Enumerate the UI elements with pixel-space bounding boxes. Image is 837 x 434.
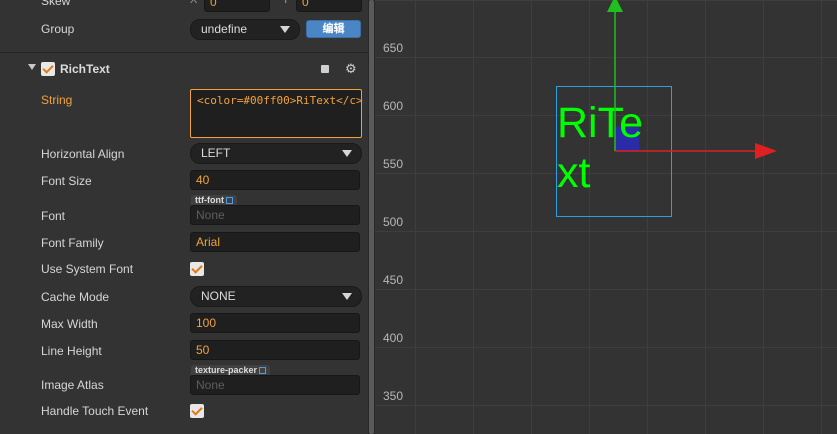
chevron-down-icon	[342, 293, 352, 300]
image-atlas-field[interactable]: None	[190, 375, 360, 395]
collapse-arrow-icon[interactable]	[28, 64, 36, 70]
image-atlas-row: Image Atlas texture-packer None	[0, 365, 368, 397]
handle-touch-event-row: Handle Touch Event	[0, 402, 368, 422]
handle-touch-event-checkbox[interactable]	[190, 404, 204, 418]
external-link-icon[interactable]	[259, 367, 267, 374]
component-title: RichText	[60, 62, 110, 76]
gear-icon[interactable]: ⚙	[345, 62, 357, 76]
ttf-font-tag: ttf-font	[191, 195, 237, 205]
font-family-row: Font Family Arial	[0, 232, 368, 254]
handle-touch-event-label: Handle Touch Event	[41, 404, 149, 418]
section-divider	[0, 52, 368, 53]
font-size-input[interactable]: 40	[190, 170, 360, 190]
scrollbar-thumb[interactable]	[369, 0, 374, 434]
group-edit-button[interactable]: 编辑	[306, 20, 361, 38]
line-height-row: Line Height 50	[0, 340, 368, 362]
horizontal-align-value: LEFT	[201, 146, 231, 160]
skew-x-input[interactable]: 0	[204, 0, 270, 12]
cache-mode-value: NONE	[201, 289, 236, 303]
cache-mode-select[interactable]: NONE	[190, 286, 362, 307]
skew-label: Skew	[41, 0, 71, 8]
max-width-row: Max Width 100	[0, 313, 368, 335]
max-width-label: Max Width	[41, 317, 98, 331]
string-label: String	[41, 93, 73, 107]
scene-view[interactable]: 650 600 550 500 450 400 350 RiTe xt	[375, 0, 837, 434]
cache-mode-label: Cache Mode	[41, 290, 110, 304]
chevron-down-icon	[280, 26, 290, 33]
component-enabled-checkbox[interactable]	[41, 62, 55, 76]
horizontal-align-select[interactable]: LEFT	[190, 143, 362, 164]
use-system-font-label: Use System Font	[41, 262, 134, 276]
skew-y-input[interactable]: 0	[296, 0, 362, 12]
font-label: Font	[41, 209, 66, 223]
move-gizmo[interactable]	[375, 0, 837, 434]
string-textarea[interactable]: <color=#00ff00>RiText</c>	[190, 89, 363, 138]
font-family-label: Font Family	[41, 236, 104, 250]
skew-x-label: X	[190, 0, 198, 6]
string-row: String <color=#00ff00>RiText</c>	[0, 88, 368, 140]
font-row: Font ttf-font None	[0, 195, 368, 227]
chevron-down-icon	[342, 150, 352, 157]
x-axis-gizmo-arrow-icon[interactable]	[755, 143, 777, 159]
font-asset-field[interactable]: None	[190, 205, 360, 225]
font-family-input[interactable]: Arial	[190, 232, 360, 252]
inspector-scrollbar[interactable]	[368, 0, 375, 434]
horizontal-align-label: Horizontal Align	[41, 147, 125, 161]
richtext-component-header: RichText ⚙	[0, 58, 368, 80]
skew-y-label: Y	[282, 0, 290, 6]
inspector-panel: Skew X 0 Y 0 Group undefine 编辑 RichText …	[0, 0, 368, 434]
texture-packer-tag: texture-packer	[191, 365, 271, 375]
group-select-value: undefine	[201, 22, 248, 36]
ttf-font-tag-text: ttf-font	[195, 195, 224, 205]
y-axis-gizmo-arrow-icon[interactable]	[607, 0, 623, 12]
line-height-label: Line Height	[41, 344, 102, 358]
font-size-label: Font Size	[41, 174, 92, 188]
font-size-row: Font Size 40	[0, 170, 368, 192]
image-atlas-label: Image Atlas	[41, 378, 104, 392]
use-system-font-checkbox[interactable]	[190, 262, 204, 276]
use-system-font-row: Use System Font	[0, 260, 368, 280]
group-select[interactable]: undefine	[190, 19, 300, 40]
group-row: Group undefine 编辑	[0, 19, 368, 41]
max-width-input[interactable]: 100	[190, 313, 360, 333]
horizontal-align-row: Horizontal Align LEFT	[0, 143, 368, 165]
book-icon[interactable]	[321, 65, 329, 73]
cache-mode-row: Cache Mode NONE	[0, 286, 368, 308]
line-height-input[interactable]: 50	[190, 340, 360, 360]
skew-row: Skew X 0 Y 0	[0, 0, 368, 14]
group-label: Group	[41, 22, 75, 36]
texture-packer-tag-text: texture-packer	[195, 365, 258, 375]
external-link-icon[interactable]	[225, 197, 233, 204]
